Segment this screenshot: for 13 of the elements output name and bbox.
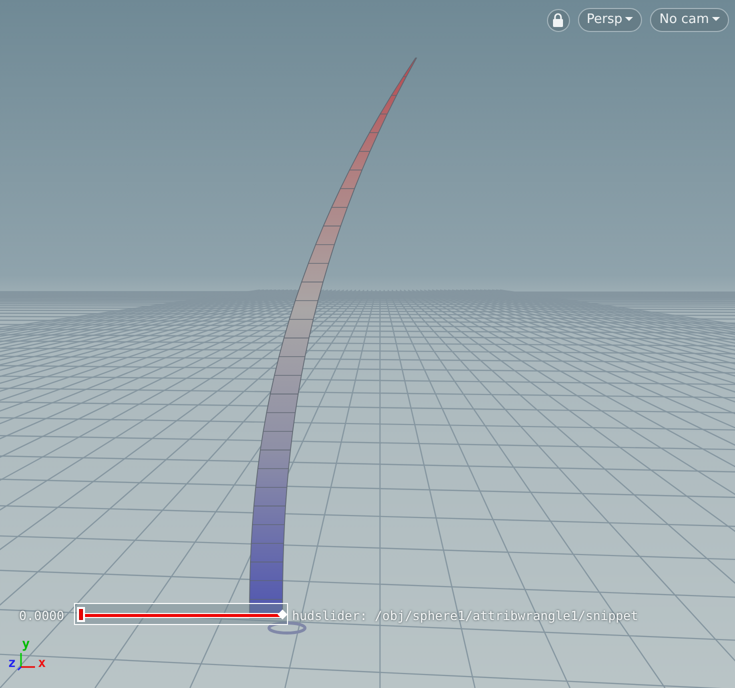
hud-slider[interactable] [74, 603, 288, 625]
camera-menu-button[interactable]: No cam [650, 8, 729, 32]
view-menu-button[interactable]: Persp [578, 8, 642, 32]
x-axis-label: x [38, 657, 46, 670]
lock-button[interactable] [546, 8, 570, 32]
lock-icon [552, 13, 564, 27]
slider-thumb[interactable] [77, 607, 85, 622]
ring-handle-icon [268, 622, 306, 634]
slider-value: 0.0000 [19, 607, 64, 625]
axis-drawing [17, 652, 36, 671]
y-axis-label: y [22, 638, 30, 651]
z-axis-label: z [8, 657, 16, 670]
slider-label: hudslider: /obj/sphere1/attribwrangle1/snippet [292, 607, 638, 625]
